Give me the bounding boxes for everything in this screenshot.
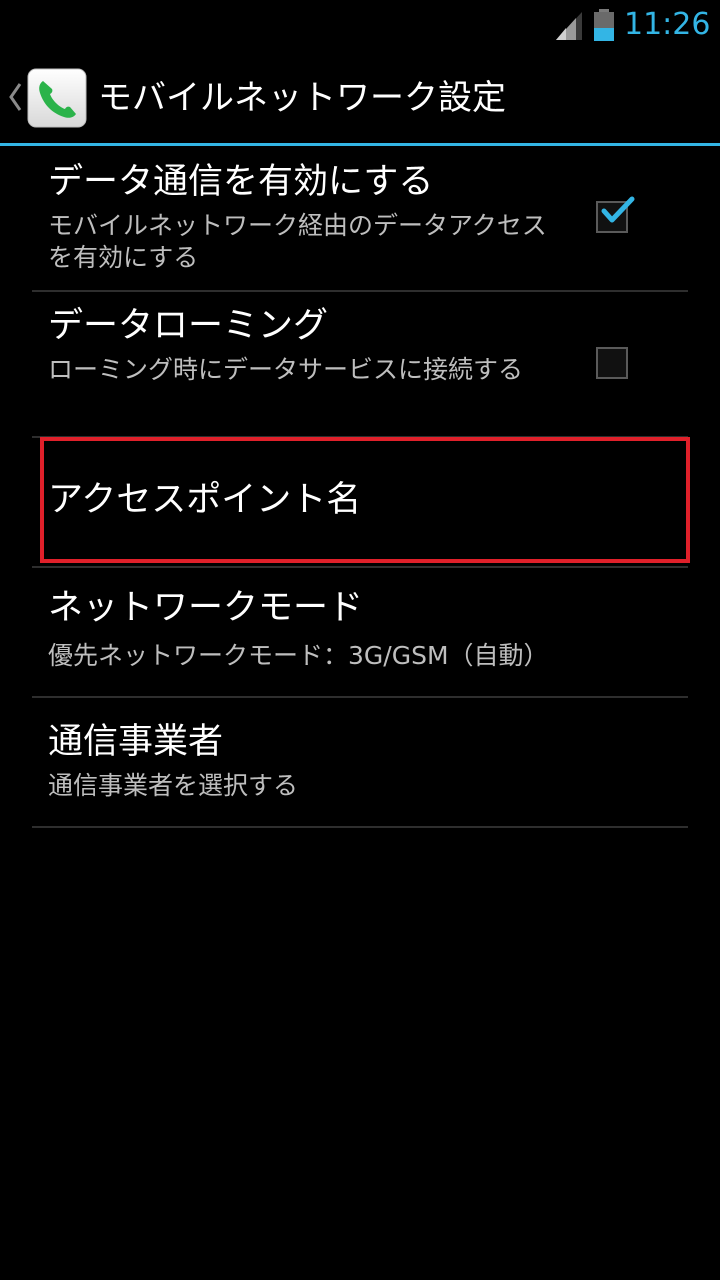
checkmark-icon bbox=[601, 196, 635, 223]
pref-title: データ通信を有効にする bbox=[48, 162, 434, 202]
data-enabled-checkbox[interactable] bbox=[596, 196, 635, 233]
pref-title: データローミング bbox=[48, 306, 329, 346]
pref-summary: ローミング時にデータサービスに接続する bbox=[48, 355, 524, 384]
battery-icon bbox=[594, 9, 614, 41]
divider bbox=[32, 826, 688, 828]
clock: 11:26 bbox=[624, 7, 711, 42]
page-title: モバイルネットワーク設定 bbox=[98, 78, 506, 118]
phone-app-icon[interactable] bbox=[26, 67, 88, 129]
status-bar: 11:26 bbox=[0, 0, 720, 50]
pref-data-roaming[interactable]: データローミング ローミング時にデータサービスに接続する bbox=[32, 292, 688, 436]
pref-carrier[interactable]: 通信事業者 通信事業者を選択する bbox=[32, 698, 688, 826]
data-roaming-checkbox[interactable] bbox=[596, 347, 628, 379]
pref-title: ネットワークモード bbox=[48, 588, 364, 628]
highlight-box bbox=[40, 437, 690, 563]
pref-title: 通信事業者 bbox=[48, 722, 224, 762]
chevron-left-icon[interactable] bbox=[6, 80, 24, 114]
pref-summary: 優先ネットワークモード：3G/GSM（自動） bbox=[48, 641, 549, 670]
action-bar: モバイルネットワーク設定 bbox=[0, 50, 720, 144]
pref-network-mode[interactable]: ネットワークモード 優先ネットワークモード：3G/GSM（自動） bbox=[32, 568, 688, 696]
signal-strength-icon bbox=[556, 12, 582, 40]
pref-summary: モバイルネットワーク経由のデータアクセスを有効にする bbox=[48, 211, 547, 272]
pref-data-enabled[interactable]: データ通信を有効にする モバイルネットワーク経由のデータアクセスを有効にする bbox=[32, 146, 688, 290]
pref-summary: 通信事業者を選択する bbox=[48, 771, 299, 800]
